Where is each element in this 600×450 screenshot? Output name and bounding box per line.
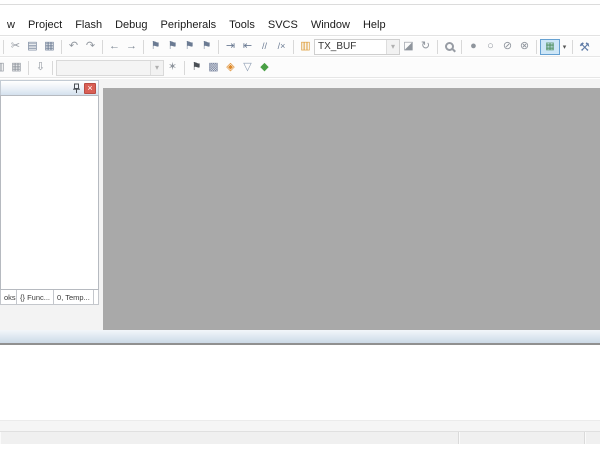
status-bar: [0, 431, 600, 444]
uvision-window: w Project Flash Debug Peripherals Tools …: [0, 0, 600, 450]
titlebar-divider: [0, 4, 600, 5]
breakpoint-disable-all-icon[interactable]: ⊘: [499, 39, 516, 55]
uncomment-icon[interactable]: /×: [273, 39, 290, 55]
magnifier-icon: [445, 42, 454, 51]
chevron-down-icon: ▾: [154, 62, 159, 72]
target-select-input[interactable]: [57, 60, 150, 75]
manage-project-items-icon[interactable]: ▩: [205, 60, 222, 76]
pin-icon[interactable]: [71, 83, 82, 94]
lower-strip: [0, 420, 600, 431]
find-in-files-icon[interactable]: ▥: [297, 39, 314, 55]
find-combo-dropdown[interactable]: ▾: [386, 39, 399, 54]
breakpoint-enable-icon[interactable]: ○: [482, 39, 499, 55]
find-combo[interactable]: ▾: [314, 38, 400, 55]
menu-item-flash[interactable]: Flash: [69, 17, 108, 33]
bookmark-toggle-icon[interactable]: ⚑: [147, 39, 164, 55]
pushpin-glyph: [73, 83, 80, 93]
filter-funnel-icon[interactable]: ▽: [239, 60, 256, 76]
toolbar-separator: [61, 39, 62, 54]
output-dock-caption-bar: [0, 330, 600, 345]
project-tree-area[interactable]: [0, 95, 99, 290]
close-icon[interactable]: ×: [84, 82, 96, 94]
bottom-margin: [0, 444, 600, 450]
toolbar-separator: [3, 39, 4, 54]
incremental-find-icon[interactable]: ↻: [417, 39, 434, 55]
toolbar-separator: [28, 60, 29, 75]
batch-build-icon[interactable]: ▦: [8, 60, 25, 76]
status-pane-resize: [585, 432, 600, 444]
panel-tab-templates[interactable]: 0, Temp...: [54, 290, 94, 304]
comment-icon[interactable]: //: [256, 39, 273, 55]
menu-bar: w Project Flash Debug Peripherals Tools …: [0, 14, 600, 36]
bookmark-prev-icon[interactable]: ⚑: [164, 39, 181, 55]
find-dialog-icon[interactable]: [441, 39, 458, 55]
workspace: × oks {} Func... 0, Temp...: [0, 79, 600, 330]
translate-flag-icon[interactable]: ⚑: [188, 60, 205, 76]
indent-icon[interactable]: ⇥: [222, 39, 239, 55]
copy-icon[interactable]: ▤: [24, 39, 41, 55]
cut-icon[interactable]: ✂: [7, 39, 24, 55]
options-for-target-icon[interactable]: ✶: [164, 60, 181, 76]
toolbar-separator: [536, 39, 537, 54]
menu-item-peripherals[interactable]: Peripherals: [155, 17, 223, 33]
pack-installer-icon[interactable]: ◆: [256, 60, 273, 76]
project-workspace-panel: × oks {} Func... 0, Temp...: [0, 80, 100, 319]
panel-tab-functions[interactable]: {} Func...: [17, 290, 55, 304]
redo-icon[interactable]: ↷: [82, 39, 99, 55]
build-icon-partial[interactable]: ▥: [0, 60, 8, 76]
find-combo-input[interactable]: [315, 39, 386, 54]
toolbar-separator: [461, 39, 462, 54]
menu-item-project[interactable]: Project: [22, 17, 68, 33]
build-toolbar: ▥ ▦ ⇩ ▾ ✶ ⚑ ▩ ◈ ▽ ◆: [0, 58, 600, 78]
menu-item-help[interactable]: Help: [357, 17, 392, 33]
toolbar-separator: [52, 60, 53, 75]
target-select-dropdown[interactable]: ▾: [150, 60, 163, 75]
find-next-icon[interactable]: ◪: [400, 39, 417, 55]
toolbar-separator: [437, 39, 438, 54]
editor-area: [103, 88, 600, 330]
status-pane-secondary: [459, 432, 585, 444]
bookmark-clear-all-icon[interactable]: ⚑: [198, 39, 215, 55]
manage-runtime-environment-icon[interactable]: ◈: [222, 60, 239, 76]
toolbar-separator: [293, 39, 294, 54]
toolbar-separator: [143, 39, 144, 54]
menu-item-debug[interactable]: Debug: [109, 17, 153, 33]
target-select-combo[interactable]: ▾: [56, 59, 164, 76]
toolbar-separator: [184, 60, 185, 75]
breakpoint-toggle-icon[interactable]: ●: [465, 39, 482, 55]
panel-tab-books[interactable]: oks: [1, 290, 17, 304]
undo-icon[interactable]: ↶: [65, 39, 82, 55]
panel-caption-bar: ×: [0, 80, 99, 95]
toolbar-separator: [102, 39, 103, 54]
bookmark-next-icon[interactable]: ⚑: [181, 39, 198, 55]
configuration-wrench-icon[interactable]: ⚒: [576, 39, 593, 55]
menu-item-window[interactable]: Window: [305, 17, 356, 33]
navigate-forward-icon[interactable]: →: [123, 39, 140, 55]
toolbar-separator: [218, 39, 219, 54]
window-layout-dropdown[interactable]: ▾: [560, 39, 569, 55]
panel-tab-strip: oks {} Func... 0, Temp...: [0, 290, 99, 305]
build-output-content[interactable]: [0, 347, 600, 420]
download-icon[interactable]: ⇩: [32, 60, 49, 76]
paste-icon[interactable]: ▦: [41, 39, 58, 55]
breakpoint-kill-all-icon[interactable]: ⊗: [516, 39, 533, 55]
titlebar-strip: [0, 0, 600, 14]
file-toolbar: ✂ ▤ ▦ ↶ ↷ ← → ⚑ ⚑ ⚑ ⚑ ⇥ ⇤ // /× ▥ ▾ ◪ ↻ …: [0, 37, 600, 57]
menu-item-view-partial[interactable]: w: [1, 17, 21, 33]
chevron-down-icon: ▾: [390, 41, 395, 51]
toolbar-separator: [572, 39, 573, 54]
menu-item-svcs[interactable]: SVCS: [262, 17, 304, 33]
navigate-back-icon[interactable]: ←: [106, 39, 123, 55]
window-layout-icon: ▦: [545, 40, 555, 52]
window-layout-button[interactable]: ▦: [540, 38, 560, 55]
status-pane-main: [0, 432, 459, 444]
menu-item-tools[interactable]: Tools: [223, 17, 261, 33]
outdent-icon[interactable]: ⇤: [239, 39, 256, 55]
